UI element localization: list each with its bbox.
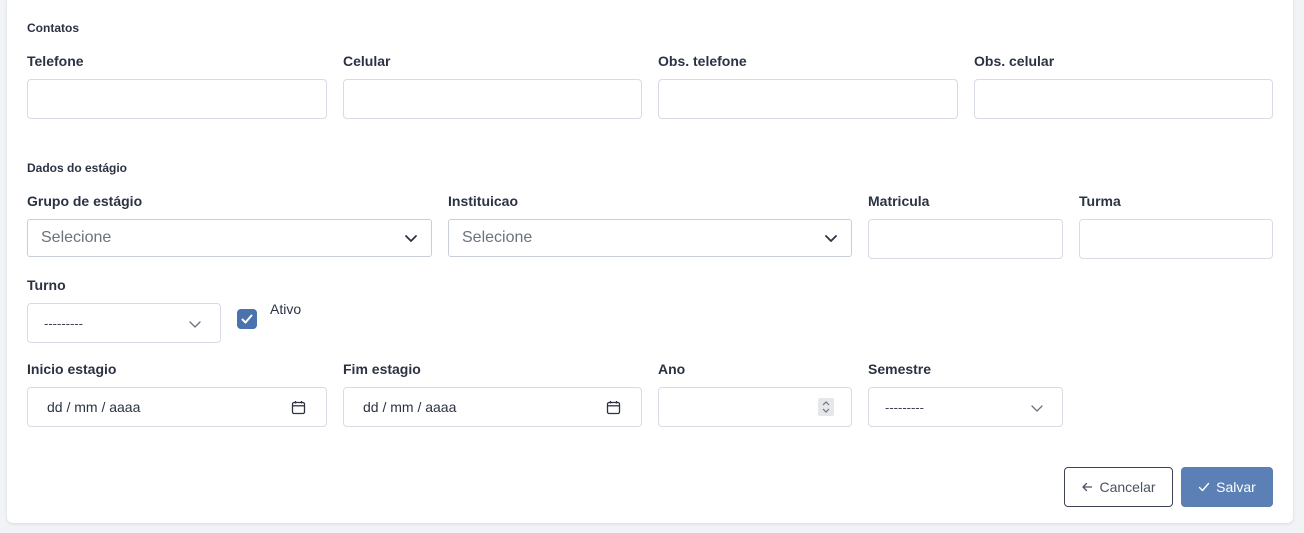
check-icon [1198,482,1210,492]
turma-input[interactable] [1079,219,1273,259]
instituicao-value: Selecione [462,229,533,246]
chevron-down-icon [404,231,418,245]
matricula-label: Matricula [868,193,930,209]
section-title-contatos: Contatos [27,21,79,35]
spinner-arrows-icon [822,401,830,413]
turno-select[interactable]: --------- [27,303,221,343]
grupo-estagio-label: Grupo de estágio [27,193,143,209]
obs-telefone-label: Obs. telefone [658,53,747,69]
number-spinner[interactable] [818,398,834,416]
section-title-estagio: Dados do estágio [27,161,128,175]
inicio-estagio-label: Inicio estagio [27,361,117,377]
cancel-button[interactable]: Cancelar [1064,467,1173,507]
grupo-estagio-select[interactable]: Selecione [27,219,432,257]
save-button-label: Salvar [1216,479,1256,495]
celular-input[interactable] [343,79,642,119]
obs-celular-input[interactable] [974,79,1273,119]
fim-estagio-input[interactable]: dd / mm / aaaa [343,387,642,427]
semestre-label: Semestre [868,361,932,377]
telefone-label: Telefone [27,53,84,69]
check-icon [241,314,253,324]
celular-label: Celular [343,53,391,69]
save-button[interactable]: Salvar [1181,467,1273,507]
ativo-label: Ativo [270,301,302,317]
instituicao-label: Instituicao [448,193,519,209]
telefone-input[interactable] [27,79,327,119]
inicio-estagio-input[interactable]: dd / mm / aaaa [27,387,327,427]
turno-label: Turno [27,277,66,293]
chevron-down-icon [1030,401,1044,415]
inicio-estagio-placeholder: dd / mm / aaaa [47,399,141,415]
instituicao-select[interactable]: Selecione [448,219,852,257]
fim-estagio-placeholder: dd / mm / aaaa [363,399,457,415]
chevron-down-icon [188,317,202,331]
calendar-icon[interactable] [291,400,306,415]
grupo-estagio-value: Selecione [41,229,112,246]
semestre-select[interactable]: --------- [868,387,1063,427]
ano-label: Ano [658,361,686,377]
obs-celular-label: Obs. celular [974,53,1055,69]
obs-telefone-input[interactable] [658,79,958,119]
cancel-button-label: Cancelar [1099,479,1156,495]
fim-estagio-label: Fim estagio [343,361,421,377]
turma-label: Turma [1079,193,1121,209]
ano-input[interactable] [658,387,852,427]
matricula-input[interactable] [868,219,1063,259]
semestre-value: --------- [885,399,924,415]
ativo-checkbox[interactable] [237,309,257,329]
arrow-left-icon [1082,482,1093,492]
calendar-icon[interactable] [606,400,621,415]
chevron-down-icon [824,231,838,245]
turno-value: --------- [44,315,83,331]
